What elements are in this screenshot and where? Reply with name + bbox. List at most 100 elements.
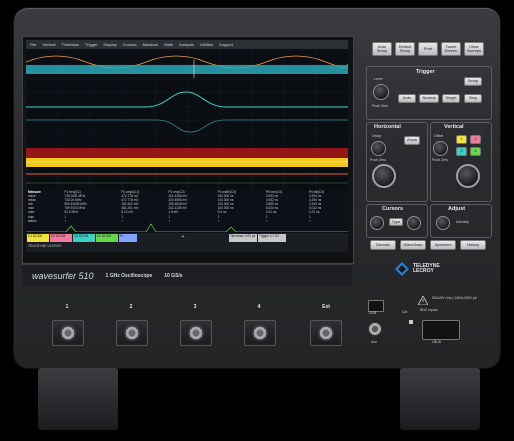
teledyne-logo-icon [395, 262, 409, 276]
spectrum-button[interactable]: Spectrum [430, 240, 456, 250]
input-panel: 1 2 3 4 Ext USB Aux Cal 50Ω≤5V rms | 1MΩ… [22, 290, 492, 362]
channel-3-button[interactable]: 3 [456, 147, 467, 156]
trigger-level-label: Level [374, 77, 383, 81]
cal-label: Cal [402, 310, 408, 314]
descriptor-c3[interactable]: C3 DC1M [73, 234, 95, 242]
waveform-traces [26, 50, 348, 190]
default-setup-button[interactable]: Default Setup [395, 42, 415, 56]
channel-4-button[interactable]: 4 [470, 147, 481, 156]
timebase-knob[interactable] [372, 164, 396, 188]
usb-label: USB [369, 311, 377, 315]
trace-c3-band [26, 65, 348, 74]
channel-1-bnc-input[interactable] [52, 320, 84, 346]
waveform-grid[interactable] [26, 50, 348, 190]
trigger-single-button[interactable]: Single [442, 94, 460, 103]
descriptor-trigger[interactable]: Trigger C1 DC [258, 234, 286, 242]
trace-c1-dense [26, 158, 348, 167]
warning-icon [418, 296, 428, 305]
right-foot [400, 368, 480, 430]
clear-sweeps-button[interactable]: Clear Sweeps [464, 42, 484, 56]
left-foot [38, 368, 118, 430]
logo-line-2: LECROY [413, 268, 434, 274]
trigger-level-knob[interactable] [373, 84, 389, 100]
channel-2-bnc-input[interactable] [116, 320, 148, 346]
bnc-connector-icon [60, 325, 76, 341]
aux-bnc-output[interactable] [368, 322, 382, 336]
oscilloscope-screen[interactable]: File Vertical Timebase Trigger Display C… [26, 40, 348, 252]
menu-item-measure[interactable]: Measure [143, 42, 159, 47]
external-trigger-label: Ext [322, 304, 330, 310]
model-name-bar: wavesurfer 510 1 GHz Oscilloscope 10 GS/… [22, 264, 352, 286]
aux-label: Aux [371, 340, 378, 344]
trace-c2-noise [26, 148, 348, 158]
descriptor-f1[interactable]: F1 [119, 234, 137, 242]
menu-item-utilities[interactable]: Utilities [200, 42, 213, 47]
menu-item-file[interactable]: File [30, 42, 36, 47]
menu-item-display[interactable]: Display [104, 42, 117, 47]
brand-logo: TELEDYNE LECROY [395, 262, 440, 276]
channel-2-button[interactable]: 2 [470, 135, 481, 144]
menu-item-trigger[interactable]: Trigger [85, 42, 98, 47]
measurement-table[interactable]: Measure P1 freq(C1) P2 ampl(C1) P3 rms(C… [26, 190, 348, 232]
touch-screen-button[interactable]: Touch Screen [441, 42, 461, 56]
control-panel: Auto Setup Default Setup Print Touch Scr… [360, 14, 494, 264]
bnc-connector-icon [188, 325, 204, 341]
zoom-button[interactable]: Zoom [404, 136, 420, 145]
trigger-push-zero-label: Push Zero [372, 104, 389, 108]
menu-item-timebase[interactable]: Timebase [62, 42, 79, 47]
adjust-knob[interactable] [436, 216, 450, 230]
trigger-title: Trigger [416, 69, 435, 75]
bnc-rating-note: 50Ω≤5V rms | 1MΩ≤400V pk [432, 296, 477, 300]
descriptor-timebase[interactable]: Timebase 0.00 µs [229, 234, 257, 242]
bnc-connector-icon [318, 325, 334, 341]
model-name: wavesurfer 510 [32, 270, 94, 281]
status-brand: TELEDYNE LECROY [28, 244, 62, 248]
descriptor-c1[interactable]: C1 DC1M [27, 234, 49, 242]
channel-4-label: 4 [257, 304, 261, 310]
histogram-strip [26, 223, 348, 232]
channel-3-bnc-input[interactable] [180, 320, 212, 346]
channel-1-button[interactable]: 1 [456, 135, 467, 144]
horizontal-title: Horizontal [374, 124, 401, 130]
cal-terminal[interactable] [409, 320, 413, 324]
channel-4-bnc-input[interactable] [244, 320, 276, 346]
channel-3-label: 3 [193, 304, 197, 310]
lbus-connector[interactable] [422, 320, 460, 340]
history-button[interactable]: History [460, 240, 486, 250]
menu-item-analysis[interactable]: Analysis [179, 42, 194, 47]
horizontal-delay-knob[interactable] [371, 141, 386, 156]
wavescan-button[interactable]: WaveScan [400, 240, 426, 250]
channel-descriptor-bar: C1 DC1M C2 DC1M C3 DC1M C4 DC1M F1 + Tim… [26, 233, 348, 252]
descriptor-c4[interactable]: C4 DC1M [96, 234, 118, 242]
trigger-normal-button[interactable]: Normal [419, 94, 439, 103]
menu-item-cursors[interactable]: Cursors [123, 42, 137, 47]
descriptor-c2[interactable]: C2 DC1M [50, 234, 72, 242]
trigger-auto-button[interactable]: Auto [398, 94, 416, 103]
print-button[interactable]: Print [418, 42, 438, 56]
add-descriptor-button[interactable]: + [138, 234, 228, 242]
cursor-1-knob[interactable] [370, 216, 384, 230]
decode-button[interactable]: Decode [370, 240, 396, 250]
bnc-connector-icon [252, 325, 268, 341]
auto-setup-button[interactable]: Auto Setup [372, 42, 392, 56]
bandwidth-spec: 1 GHz Oscilloscope [105, 272, 153, 279]
vertical-offset-knob[interactable] [433, 141, 448, 156]
cursor-type-button[interactable]: Type [389, 218, 403, 226]
lbus-label: LBUS [432, 340, 442, 344]
channel-1-label: 1 [65, 304, 69, 310]
volts-per-div-knob[interactable] [456, 164, 480, 188]
menu-item-support[interactable]: Support [219, 42, 233, 47]
menu-item-vertical[interactable]: Vertical [42, 42, 55, 47]
trigger-setup-button[interactable]: Setup [464, 77, 482, 86]
external-trigger-bnc-input[interactable] [310, 320, 342, 346]
horizontal-push-zero-label: Push Zero [370, 158, 387, 162]
adjust-title: Adjust [448, 206, 466, 212]
menu-item-math[interactable]: Math [164, 42, 173, 47]
bnc-connector-icon [124, 325, 140, 341]
vertical-push-zero-label: Push Zero [432, 158, 449, 162]
trigger-stop-button[interactable]: Stop [464, 94, 482, 103]
sample-rate-spec: 10 GS/s [164, 272, 183, 279]
menu-bar: File Vertical Timebase Trigger Display C… [26, 40, 348, 49]
vertical-title: Vertical [444, 124, 464, 130]
cursor-2-knob[interactable] [407, 216, 421, 230]
